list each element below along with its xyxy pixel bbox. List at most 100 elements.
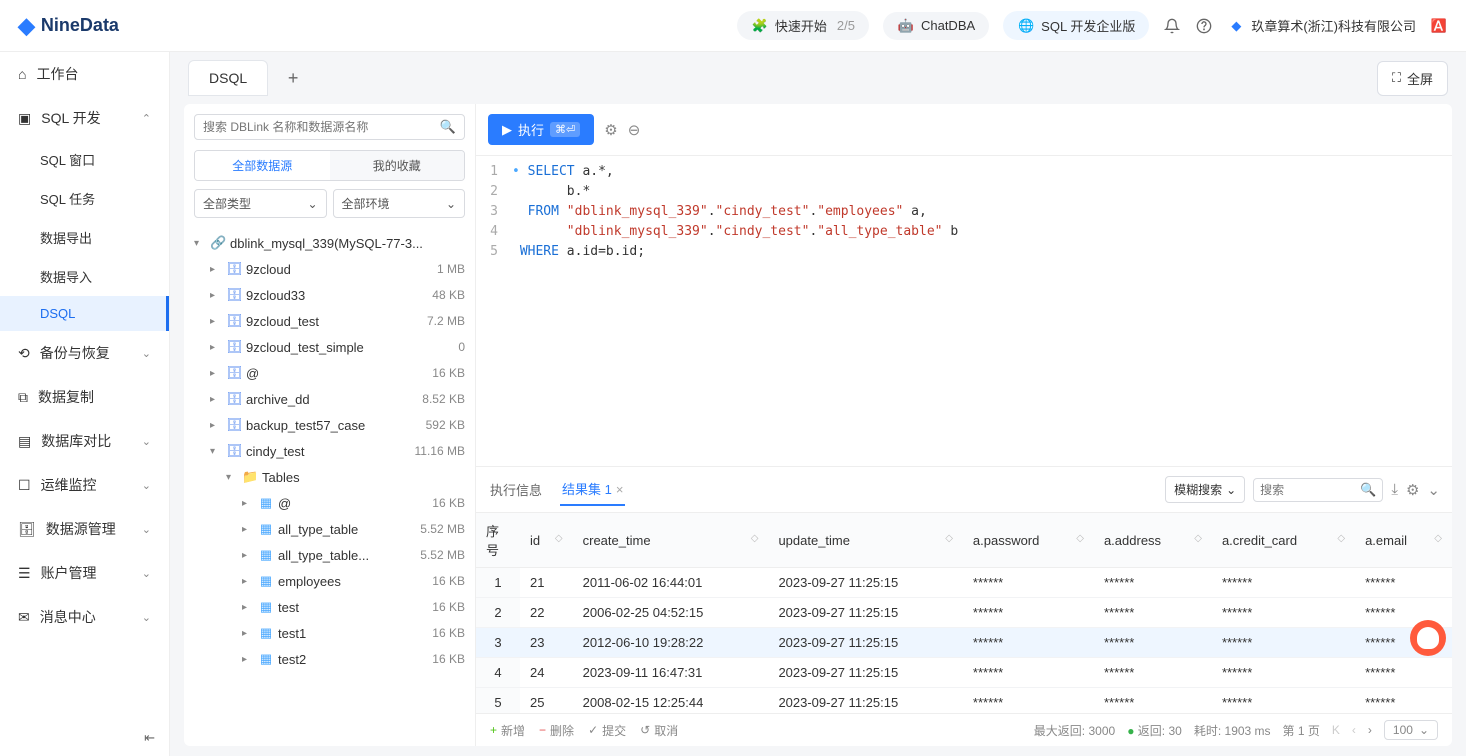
select-env[interactable]: 全部环境⌄ bbox=[333, 189, 466, 218]
nav-ops-monitor[interactable]: ☐运维监控⌄ bbox=[0, 463, 169, 507]
fullscreen-button[interactable]: ⛶ 全屏 bbox=[1377, 61, 1448, 96]
tree-node[interactable]: ▸🗄9zcloud_test_simple0 bbox=[184, 334, 475, 360]
tree-node[interactable]: ▾📁Tables bbox=[184, 464, 475, 490]
tree-tab-fav[interactable]: 我的收藏 bbox=[330, 151, 465, 180]
tree-node[interactable]: ▸🗄9zcloud3348 KB bbox=[184, 282, 475, 308]
tree-search[interactable]: 🔍 bbox=[194, 114, 465, 140]
sidebar-collapse[interactable]: ⇤ bbox=[0, 720, 169, 756]
tree-node[interactable]: ▸🗄@16 KB bbox=[184, 360, 475, 386]
tree-search-input[interactable] bbox=[203, 120, 440, 134]
cancel-button[interactable]: 取消 bbox=[640, 722, 678, 739]
tree-node[interactable]: ▸▦@16 KB bbox=[184, 490, 475, 516]
nav-account-mgmt[interactable]: ☰账户管理⌄ bbox=[0, 551, 169, 595]
sort-icon[interactable]: ◇ bbox=[1194, 533, 1202, 544]
result-search[interactable]: 🔍 bbox=[1253, 478, 1383, 502]
tab-result-set[interactable]: 结果集 1× bbox=[560, 473, 625, 506]
language-icon[interactable]: 🅰️ bbox=[1430, 17, 1448, 35]
support-avatar[interactable] bbox=[1410, 620, 1446, 656]
quickstart-pill[interactable]: 🧩 快速开始 2/5 bbox=[737, 11, 869, 40]
monitor-icon: ☐ bbox=[18, 477, 31, 494]
tab-exec-info[interactable]: 执行信息 bbox=[488, 474, 544, 505]
nav-replication[interactable]: ⧉数据复制 bbox=[0, 375, 169, 419]
tree-node[interactable]: ▸🗄backup_test57_case592 KB bbox=[184, 412, 475, 438]
nav-sql-dev[interactable]: ▣SQL 开发⌃ bbox=[0, 96, 169, 140]
ai-icon: 🤖 bbox=[897, 17, 915, 35]
table-row[interactable]: 1212011-06-02 16:44:012023-09-27 11:25:1… bbox=[476, 568, 1452, 598]
tree-node[interactable]: ▸▦test16 KB bbox=[184, 594, 475, 620]
result-search-input[interactable] bbox=[1260, 483, 1360, 497]
sort-icon[interactable]: ◇ bbox=[1434, 533, 1442, 544]
nav-sql-window[interactable]: SQL 窗口 bbox=[0, 140, 169, 179]
page-first[interactable]: K bbox=[1332, 723, 1340, 737]
nav-db-compare[interactable]: ▤数据库对比⌄ bbox=[0, 419, 169, 463]
org-selector[interactable]: ◆ 玖章算术(浙江)科技有限公司 bbox=[1227, 16, 1416, 35]
delete-row-button[interactable]: 删除 bbox=[539, 722, 574, 739]
nav-data-export[interactable]: 数据导出 bbox=[0, 218, 169, 257]
column-header[interactable]: id◇ bbox=[520, 513, 573, 568]
tab-dsql[interactable]: DSQL bbox=[188, 60, 268, 96]
column-header[interactable]: update_time◇ bbox=[768, 513, 962, 568]
nav-dsql[interactable]: DSQL bbox=[0, 296, 169, 331]
tree-node[interactable]: ▾🗄cindy_test11.16 MB bbox=[184, 438, 475, 464]
nav-workbench[interactable]: ⌂工作台 bbox=[0, 52, 169, 96]
tree-root[interactable]: ▾ 🔗 dblink_mysql_339(MySQL-77-3... bbox=[184, 230, 475, 256]
caret-icon: ▸ bbox=[210, 368, 222, 379]
sql-editor[interactable]: 12345 • SELECT a.*, b.* FROM "dblink_mys… bbox=[476, 156, 1452, 466]
table-row[interactable]: 3232012-06-10 19:28:222023-09-27 11:25:1… bbox=[476, 628, 1452, 658]
search-mode-select[interactable]: 模糊搜索⌄ bbox=[1165, 476, 1245, 503]
close-icon[interactable]: × bbox=[616, 482, 624, 497]
nav-message-center[interactable]: ✉消息中心⌄ bbox=[0, 595, 169, 639]
column-header[interactable]: a.email◇ bbox=[1355, 513, 1452, 568]
tree-node[interactable]: ▸🗄archive_dd8.52 KB bbox=[184, 386, 475, 412]
tree-node[interactable]: ▸▦employees16 KB bbox=[184, 568, 475, 594]
sort-icon[interactable]: ◇ bbox=[751, 533, 759, 544]
gear-icon[interactable]: ⚙ bbox=[1406, 481, 1419, 499]
help-icon[interactable] bbox=[1195, 17, 1213, 35]
nav-datasource-mgmt[interactable]: 🗄数据源管理⌄ bbox=[0, 507, 169, 551]
tree-node[interactable]: ▸▦all_type_table...5.52 MB bbox=[184, 542, 475, 568]
submit-button[interactable]: 提交 bbox=[588, 722, 626, 739]
sql-edition-pill[interactable]: 🌐 SQL 开发企业版 bbox=[1003, 11, 1149, 40]
brand-logo[interactable]: ◆ NineData bbox=[18, 13, 119, 39]
chatdba-label: ChatDBA bbox=[921, 18, 975, 33]
tab-add-button[interactable]: + bbox=[276, 61, 310, 95]
table-row[interactable]: 2222006-02-25 04:52:152023-09-27 11:25:1… bbox=[476, 598, 1452, 628]
nav-backup[interactable]: ⟲备份与恢复⌄ bbox=[0, 331, 169, 375]
tree-node[interactable]: ▸▦all_type_table5.52 MB bbox=[184, 516, 475, 542]
chevron-down-icon: ⌄ bbox=[142, 523, 151, 536]
add-row-button[interactable]: 新增 bbox=[490, 722, 525, 739]
bell-icon[interactable] bbox=[1163, 17, 1181, 35]
column-header[interactable]: 序号 bbox=[476, 513, 520, 568]
settings-icon[interactable]: ⚙ bbox=[604, 121, 617, 139]
chatdba-pill[interactable]: 🤖 ChatDBA bbox=[883, 12, 989, 40]
page-prev[interactable]: ‹ bbox=[1352, 723, 1356, 737]
sort-icon[interactable]: ◇ bbox=[1337, 533, 1345, 544]
nav-sql-task[interactable]: SQL 任务 bbox=[0, 179, 169, 218]
table-row[interactable]: 5252008-02-15 12:25:442023-09-27 11:25:1… bbox=[476, 688, 1452, 714]
sort-icon[interactable]: ◇ bbox=[555, 533, 563, 544]
db-icon: 🗄 bbox=[226, 365, 242, 381]
column-header[interactable]: a.credit_card◇ bbox=[1212, 513, 1355, 568]
column-header[interactable]: a.password◇ bbox=[963, 513, 1094, 568]
search-icon[interactable]: 🔍 bbox=[1360, 482, 1376, 498]
tree-node[interactable]: ▸▦test216 KB bbox=[184, 646, 475, 672]
sort-icon[interactable]: ◇ bbox=[1076, 533, 1084, 544]
page-size-select[interactable]: 100⌄ bbox=[1384, 720, 1438, 740]
tree-tab-all[interactable]: 全部数据源 bbox=[195, 151, 330, 180]
column-header[interactable]: a.address◇ bbox=[1094, 513, 1212, 568]
column-header[interactable]: create_time◇ bbox=[573, 513, 769, 568]
run-button[interactable]: ▶ 执行 ⌘⏎ bbox=[488, 114, 594, 145]
select-type[interactable]: 全部类型⌄ bbox=[194, 189, 327, 218]
sql-code[interactable]: • SELECT a.*, b.* FROM "dblink_mysql_339… bbox=[504, 156, 1452, 466]
export-icon[interactable]: ⤓ bbox=[1391, 481, 1398, 498]
tree-node[interactable]: ▸🗄9zcloud_test7.2 MB bbox=[184, 308, 475, 334]
search-icon[interactable]: 🔍 bbox=[440, 119, 456, 135]
page-next[interactable]: › bbox=[1368, 723, 1372, 737]
tree-node[interactable]: ▸▦test116 KB bbox=[184, 620, 475, 646]
nav-data-import[interactable]: 数据导入 bbox=[0, 257, 169, 296]
tree-node[interactable]: ▸🗄9zcloud1 MB bbox=[184, 256, 475, 282]
chevron-down-icon[interactable]: ⌄ bbox=[1427, 481, 1440, 499]
sort-icon[interactable]: ◇ bbox=[945, 533, 953, 544]
minus-circle-icon[interactable]: ⊖ bbox=[628, 121, 641, 139]
table-row[interactable]: 4242023-09-11 16:47:312023-09-27 11:25:1… bbox=[476, 658, 1452, 688]
